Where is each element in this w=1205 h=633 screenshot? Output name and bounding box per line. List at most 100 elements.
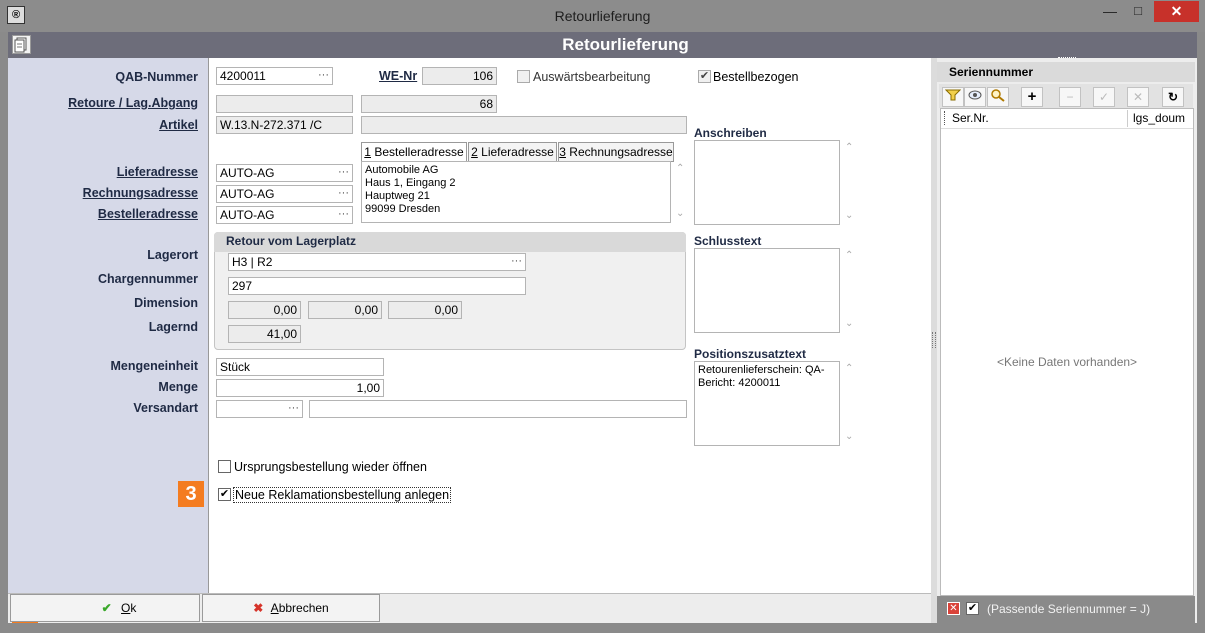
lookup-icon[interactable]: ··· bbox=[318, 68, 329, 83]
search-icon[interactable] bbox=[987, 87, 1009, 107]
schlusstext-textbox[interactable] bbox=[694, 248, 840, 333]
scroll-up-icon[interactable]: ⌃ bbox=[845, 142, 853, 153]
window-titlebar: Retourlieferung bbox=[0, 0, 1205, 32]
lagerort-value: H3 | R2 bbox=[232, 255, 273, 269]
cancel-rest: bbrechen bbox=[278, 601, 329, 615]
scroll-up-icon[interactable]: ⌃ bbox=[676, 163, 684, 174]
qab-nummer-value: 4200011 bbox=[220, 69, 266, 83]
reklamation-checkbox[interactable]: ✔ bbox=[218, 488, 231, 501]
scroll-down-icon[interactable]: ⌄ bbox=[676, 208, 684, 219]
address-textbox[interactable]: Automobile AG Haus 1, Eingang 2 Hauptweg… bbox=[361, 161, 671, 223]
rechnungsadresse-field[interactable]: AUTO-AG ··· bbox=[216, 185, 353, 203]
lieferadresse-value: AUTO-AG bbox=[220, 166, 275, 180]
clear-filter-icon[interactable]: ✕ bbox=[947, 602, 960, 615]
lookup-icon[interactable]: ··· bbox=[338, 186, 349, 201]
chargennummer-field[interactable]: 297 bbox=[228, 277, 526, 295]
column-header-sernr[interactable]: Ser.Nr. bbox=[952, 111, 989, 125]
scroll-down-icon[interactable]: ⌄ bbox=[845, 318, 853, 329]
view-icon[interactable] bbox=[964, 87, 986, 107]
serial-grid[interactable] bbox=[940, 108, 1194, 596]
lieferadresse-field[interactable]: AUTO-AG ··· bbox=[216, 164, 353, 182]
bestelleradresse-link[interactable]: Bestelleradresse bbox=[8, 207, 198, 221]
lagerort-field[interactable]: H3 | R2 ··· bbox=[228, 253, 526, 271]
cancel-x-icon: ✖ bbox=[253, 601, 264, 615]
scroll-down-icon[interactable]: ⌄ bbox=[845, 431, 853, 442]
lookup-icon[interactable]: ··· bbox=[511, 254, 522, 269]
ursprung-checkbox[interactable] bbox=[218, 460, 231, 473]
bestellbezogen-checkbox[interactable]: ✔ bbox=[698, 70, 711, 83]
tab-key: 2 bbox=[471, 145, 478, 159]
positionszusatztext-textbox[interactable]: Retourenlieferschein: QA- Bericht: 42000… bbox=[694, 361, 840, 446]
refresh-icon[interactable]: ↻ bbox=[1162, 87, 1184, 107]
positionszusatztext-label: Positionszusatztext bbox=[694, 347, 807, 361]
splitter-grip-icon[interactable] bbox=[932, 332, 936, 348]
maximize-icon[interactable]: □ bbox=[1125, 2, 1151, 22]
versandart-text-field[interactable] bbox=[309, 400, 687, 418]
label-panel: QAB-Nummer Retoure / Lag.Abgang Artikel … bbox=[8, 58, 208, 593]
remove-icon[interactable]: − bbox=[1059, 87, 1081, 107]
confirm-icon[interactable]: ✓ bbox=[1093, 87, 1115, 107]
lagernd-label: Lagernd bbox=[148, 320, 198, 334]
schlusstext-label: Schlusstext bbox=[694, 234, 762, 248]
dimension-1-field: 0,00 bbox=[228, 301, 301, 319]
we-nr-link[interactable]: WE-Nr bbox=[379, 69, 417, 83]
tab-bestelleradresse[interactable]: 1 Bestelleradresse bbox=[361, 142, 467, 162]
scroll-up-icon[interactable]: ⌃ bbox=[845, 250, 853, 261]
filter-checkbox[interactable]: ✔ bbox=[966, 602, 979, 615]
system-menu-icon[interactable]: ® bbox=[7, 6, 25, 24]
ok-button[interactable]: ✔ Ok bbox=[10, 594, 200, 622]
filter-icon[interactable] bbox=[942, 87, 964, 107]
lookup-icon[interactable]: ··· bbox=[338, 207, 349, 222]
qab-nummer-field[interactable]: 4200011 ··· bbox=[216, 67, 333, 85]
close-icon[interactable]: ✕ bbox=[1154, 1, 1199, 22]
mengeneinheit-field[interactable]: Stück bbox=[216, 358, 384, 376]
scroll-down-icon[interactable]: ⌄ bbox=[845, 210, 853, 221]
scroll-up-icon[interactable]: ⌃ bbox=[845, 363, 853, 374]
step-3-badge: 3 bbox=[178, 481, 204, 507]
empty-grid-text: <Keine Daten vorhanden> bbox=[996, 355, 1138, 369]
form-title: Retourlieferung bbox=[562, 35, 689, 54]
positionszusatztext-line: Bericht: 4200011 bbox=[698, 377, 781, 389]
lagerort-label: Lagerort bbox=[147, 248, 198, 262]
add-icon[interactable]: + bbox=[1021, 87, 1043, 107]
bestelleradresse-field[interactable]: AUTO-AG ··· bbox=[216, 206, 353, 224]
cancel-button[interactable]: ✖ Abbrechen bbox=[202, 594, 380, 622]
cancel-key: A bbox=[270, 601, 279, 615]
tab-key: 3 bbox=[559, 145, 566, 159]
minimize-icon[interactable]: — bbox=[1097, 2, 1123, 22]
qab-nummer-label: QAB-Nummer bbox=[115, 70, 198, 84]
anschreiben-textbox[interactable] bbox=[694, 140, 840, 225]
dimension-3-field: 0,00 bbox=[388, 301, 462, 319]
versandart-field[interactable]: ··· bbox=[216, 400, 303, 418]
artikel-link[interactable]: Artikel bbox=[8, 118, 198, 132]
tab-key: 1 bbox=[364, 145, 371, 159]
tab-label: Lieferadresse bbox=[477, 145, 554, 159]
lookup-icon[interactable]: ··· bbox=[288, 401, 299, 416]
bestelleradresse-value: AUTO-AG bbox=[220, 208, 275, 222]
lagernd-field: 41,00 bbox=[228, 325, 301, 343]
column-header-lgs-doum[interactable]: lgs_doum bbox=[1133, 111, 1185, 125]
lookup-icon[interactable]: ··· bbox=[338, 165, 349, 180]
auswaerts-checkbox[interactable] bbox=[517, 70, 530, 83]
address-line: Hauptweg 21 bbox=[365, 190, 430, 202]
versandart-label: Versandart bbox=[133, 401, 198, 415]
rechnungsadresse-link[interactable]: Rechnungsadresse bbox=[8, 186, 198, 200]
menge-field[interactable]: 1,00 bbox=[216, 379, 384, 397]
tab-rechnungsadresse[interactable]: 3 Rechnungsadresse bbox=[558, 142, 674, 162]
column-divider[interactable] bbox=[1127, 110, 1128, 127]
artikel-field: W.13.N-272.371 /C bbox=[216, 116, 353, 134]
address-line: Haus 1, Eingang 2 bbox=[365, 177, 456, 189]
ursprung-label: Ursprungsbestellung wieder öffnen bbox=[234, 460, 427, 474]
check-icon: ✔ bbox=[101, 601, 112, 615]
filter-text[interactable]: (Passende Seriennummer = J) bbox=[987, 602, 1150, 616]
document-icon[interactable] bbox=[12, 35, 31, 54]
tab-lieferadresse[interactable]: 2 Lieferadresse bbox=[468, 142, 557, 162]
retoure-link[interactable]: Retoure / Lag.Abgang bbox=[8, 96, 198, 110]
positionszusatztext-line: Retourenlieferschein: QA- bbox=[698, 364, 825, 376]
tab-label: Rechnungsadresse bbox=[565, 145, 673, 159]
cancel-icon[interactable]: ✕ bbox=[1127, 87, 1149, 107]
tab-label: Bestelleradresse bbox=[370, 145, 464, 159]
lieferadresse-link[interactable]: Lieferadresse bbox=[8, 165, 198, 179]
ok-key: O bbox=[121, 601, 131, 615]
column-grip-icon bbox=[944, 111, 946, 125]
